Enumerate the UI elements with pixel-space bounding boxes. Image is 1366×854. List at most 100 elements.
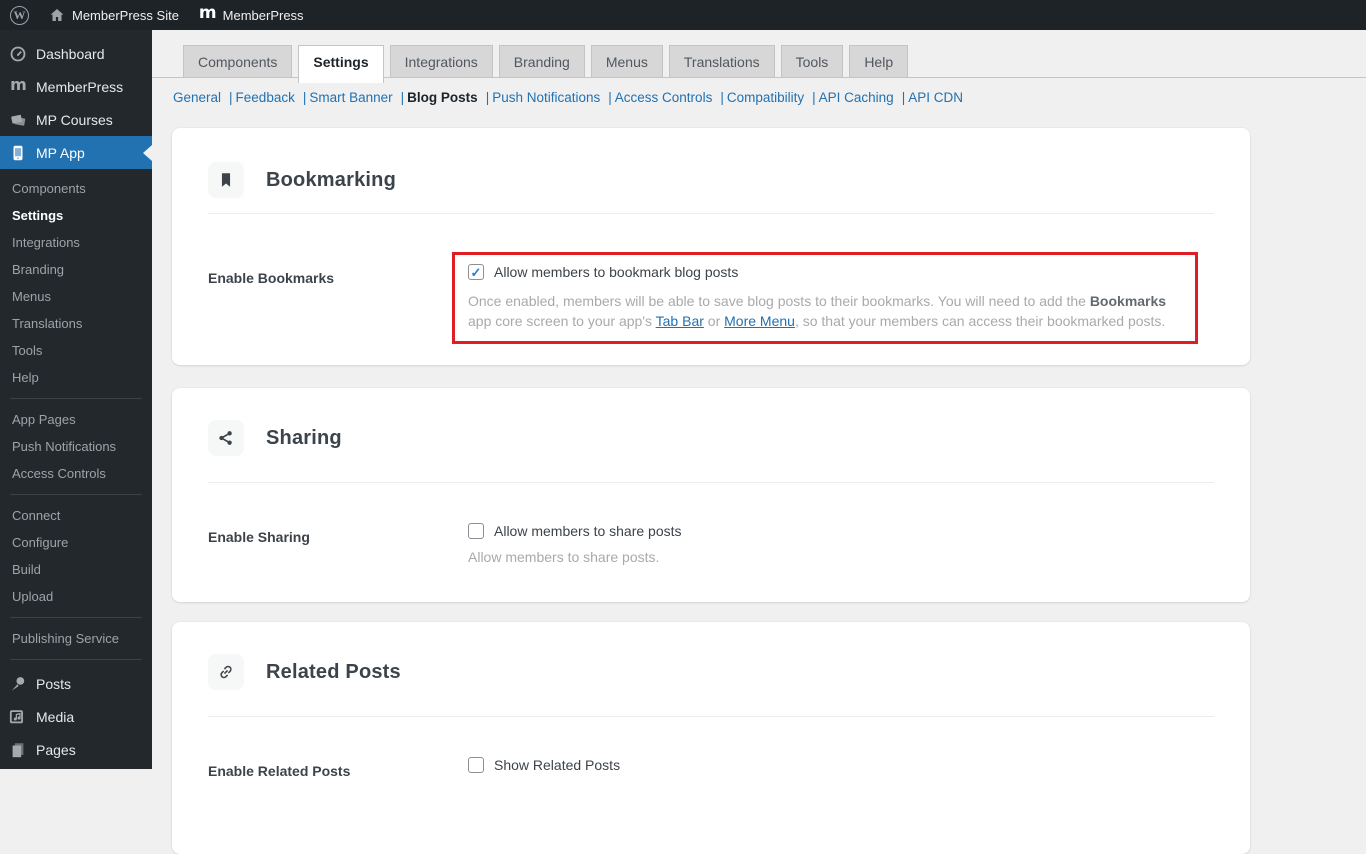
tab-components[interactable]: Components [183, 45, 293, 77]
sidebar-subitem-components[interactable]: Components [0, 175, 152, 202]
show-related-posts-checkbox-label: Show Related Posts [494, 757, 621, 773]
related-posts-header: Related Posts [172, 622, 1250, 716]
more-menu-link[interactable]: More Menu [724, 313, 795, 329]
memberpress-m-icon: m [10, 75, 27, 94]
sidebar-subitem-menus[interactable]: Menus [0, 283, 152, 310]
sidebar-item-label: Posts [36, 675, 72, 692]
sidebar-item-label: MP App [36, 144, 85, 161]
subnav-separator: | [229, 90, 233, 105]
sidebar-item-label: Dashboard [36, 45, 105, 62]
home-icon [49, 7, 65, 23]
subnav-link-access-controls[interactable]: Access Controls [615, 90, 713, 105]
subnav-separator: | [812, 90, 816, 105]
description-text: , so that your members can access their … [794, 313, 1166, 329]
site-menu[interactable]: MemberPress Site [39, 0, 189, 30]
sidebar-item-label: MP Courses [36, 111, 113, 128]
sidebar-divider [10, 617, 142, 618]
enable-related-posts-label: Enable Related Posts [208, 763, 351, 779]
subnav-link-api-cdn[interactable]: API CDN [908, 90, 963, 105]
sidebar-item-label: Media [36, 708, 75, 725]
sidebar-subitem-upload[interactable]: Upload [0, 583, 152, 610]
subnav-link-api-caching[interactable]: API Caching [819, 90, 894, 105]
page: { "admin_bar": { "wp_logo": "W", "site_n… [0, 0, 1366, 854]
sidebar-subitem-publishing-service[interactable]: Publishing Service [0, 625, 152, 652]
pages-icon [8, 740, 28, 760]
subnav-link-compatibility[interactable]: Compatibility [727, 90, 804, 105]
link-icon [208, 654, 244, 690]
sidebar-divider [10, 494, 142, 495]
settings-tabbar: Components Settings Integrations Brandin… [183, 45, 914, 83]
subnav-separator: | [485, 90, 490, 105]
tab-translations[interactable]: Translations [668, 45, 775, 77]
subnav-link-blog-posts[interactable]: Blog Posts [407, 90, 478, 105]
sidebar-subitem-settings[interactable]: Settings [0, 202, 152, 229]
mp-app-submenu: Components Settings Integrations Brandin… [0, 169, 152, 660]
tab-branding[interactable]: Branding [498, 45, 585, 77]
tab-menus[interactable]: Menus [590, 45, 663, 77]
enable-sharing-checkbox-label: Allow members to share posts [494, 523, 682, 539]
description-text: app core screen to your app's [468, 313, 656, 329]
section-title: Related Posts [266, 660, 401, 683]
sidebar-item-mp-app[interactable]: MP App [0, 136, 152, 169]
show-related-posts-checkbox[interactable] [468, 757, 484, 773]
tab-bar-link[interactable]: Tab Bar [656, 313, 704, 329]
enable-bookmarks-checkbox-label: Allow members to bookmark blog posts [494, 264, 739, 280]
wordpress-menu[interactable]: W [0, 0, 39, 30]
sidebar-item-dashboard[interactable]: Dashboard [0, 37, 152, 70]
enable-sharing-row: Enable Sharing Allow members to share po… [172, 483, 1250, 567]
section-title: Bookmarking [266, 168, 397, 191]
main-content: Components Settings Integrations Brandin… [152, 30, 1366, 854]
wordpress-logo-icon: W [10, 5, 29, 25]
subnav-link-smart-banner[interactable]: Smart Banner [309, 90, 392, 105]
sidebar-item-posts[interactable]: Posts [0, 667, 152, 700]
sharing-header: Sharing [172, 388, 1250, 482]
subnav-separator: | [720, 90, 724, 105]
sidebar-divider [10, 659, 142, 660]
enable-sharing-label: Enable Sharing [208, 529, 310, 545]
site-name: MemberPress Site [72, 7, 179, 23]
sidebar-divider [10, 398, 142, 399]
sidebar-subitem-tools[interactable]: Tools [0, 337, 152, 364]
bookmarking-header: Bookmarking [172, 128, 1250, 213]
sidebar-item-label: Pages [36, 741, 76, 758]
subnav-separator: | [302, 90, 307, 105]
sidebar-subitem-help[interactable]: Help [0, 364, 152, 391]
sidebar-item-memberpress[interactable]: m MemberPress [0, 70, 152, 103]
subnav-link-general[interactable]: General [173, 90, 221, 105]
related-posts-section: Related Posts Enable Related Posts Show … [172, 622, 1250, 854]
bookmark-icon [208, 162, 244, 198]
memberpress-logo-icon: m [198, 3, 217, 23]
sidebar-subitem-integrations[interactable]: Integrations [0, 229, 152, 256]
share-icon [208, 420, 244, 456]
sidebar-subitem-push-notifications[interactable]: Push Notifications [0, 433, 152, 460]
sidebar-subitem-build[interactable]: Build [0, 556, 152, 583]
sharing-section: Sharing Enable Sharing Allow members to … [172, 388, 1250, 602]
enable-bookmarks-label: Enable Bookmarks [208, 270, 335, 286]
sidebar-subitem-translations[interactable]: Translations [0, 310, 152, 337]
subnav-link-push-notifications[interactable]: Push Notifications [492, 90, 600, 105]
memberpress-menu[interactable]: m MemberPress [189, 0, 314, 30]
tab-help[interactable]: Help [849, 45, 909, 77]
enable-bookmarks-checkbox[interactable] [468, 264, 484, 280]
courses-icon [8, 110, 28, 130]
tab-integrations[interactable]: Integrations [389, 45, 493, 77]
sidebar-subitem-connect[interactable]: Connect [0, 502, 152, 529]
tab-tools[interactable]: Tools [780, 45, 844, 77]
dashboard-icon [8, 44, 28, 64]
subnav-separator: | [400, 90, 405, 105]
mobile-app-icon [8, 143, 28, 163]
subnav-link-feedback[interactable]: Feedback [236, 90, 295, 105]
sharing-description: Allow members to share posts. [468, 549, 660, 565]
sidebar-subitem-access-controls[interactable]: Access Controls [0, 460, 152, 487]
sidebar-item-mp-courses[interactable]: MP Courses [0, 103, 152, 136]
sidebar-subitem-branding[interactable]: Branding [0, 256, 152, 283]
sidebar-subitem-configure[interactable]: Configure [0, 529, 152, 556]
sidebar-item-media[interactable]: Media [0, 700, 152, 733]
enable-bookmarks-row: Enable Bookmarks Allow members to bookma… [172, 214, 1250, 331]
section-title: Sharing [266, 426, 342, 449]
tab-settings[interactable]: Settings [298, 45, 384, 83]
description-text: or [703, 313, 725, 329]
sidebar-item-pages[interactable]: Pages [0, 733, 152, 766]
enable-sharing-checkbox[interactable] [468, 523, 484, 539]
sidebar-subitem-app-pages[interactable]: App Pages [0, 406, 152, 433]
